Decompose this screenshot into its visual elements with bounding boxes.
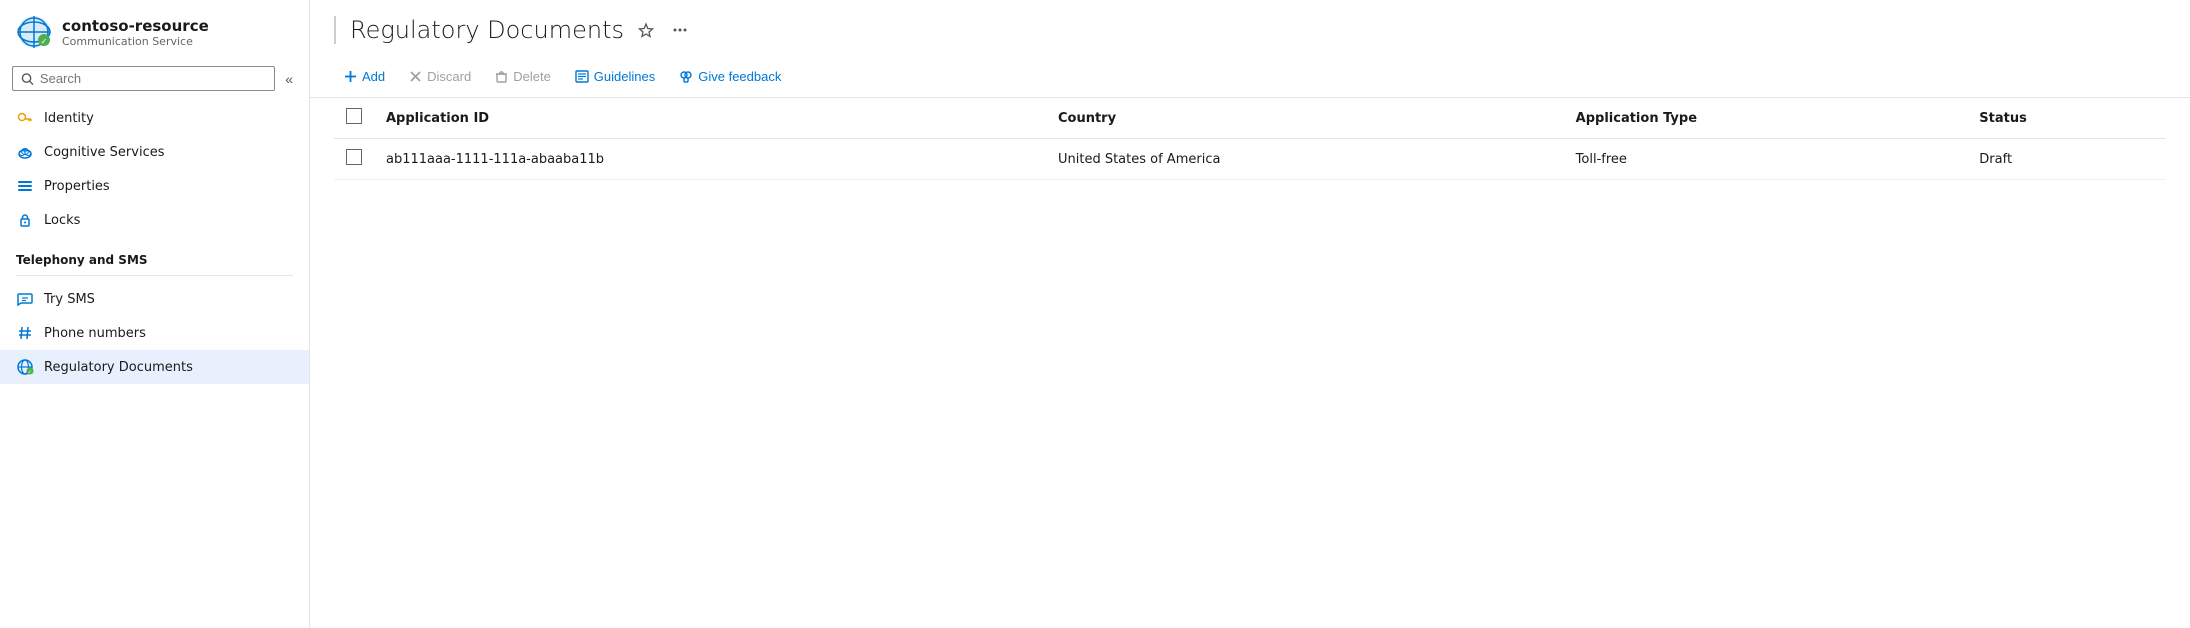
feedback-icon bbox=[679, 70, 693, 83]
cell-application-type: Toll-free bbox=[1564, 139, 1968, 180]
favorite-button[interactable] bbox=[634, 18, 658, 42]
table-header-row: Application ID Country Application Type … bbox=[334, 98, 2166, 139]
delete-label: Delete bbox=[513, 69, 551, 84]
search-input[interactable] bbox=[40, 71, 266, 86]
cloud-icon bbox=[16, 143, 34, 161]
chat-icon bbox=[16, 290, 34, 308]
nav-group-main: Identity Cognitive Services bbox=[0, 101, 309, 237]
sidebar-item-cognitive-services[interactable]: Cognitive Services bbox=[0, 135, 309, 169]
guidelines-label: Guidelines bbox=[594, 69, 655, 84]
collapse-button[interactable]: « bbox=[281, 69, 297, 89]
telephony-section-header: Telephony and SMS bbox=[0, 237, 309, 273]
col-country: Country bbox=[1046, 98, 1564, 139]
header-checkbox-col bbox=[334, 98, 374, 139]
cell-status: Draft bbox=[1967, 139, 2166, 180]
sidebar-item-try-sms[interactable]: Try SMS bbox=[0, 282, 309, 316]
sidebar-item-properties[interactable]: Properties bbox=[0, 169, 309, 203]
sidebar-header: ✓ contoso-resource Communication Service bbox=[0, 0, 309, 60]
header-checkbox[interactable] bbox=[346, 108, 362, 124]
search-box[interactable] bbox=[12, 66, 275, 91]
globe-check-icon: ✓ bbox=[16, 358, 34, 376]
discard-button[interactable]: Discard bbox=[399, 64, 481, 89]
more-options-button[interactable] bbox=[668, 18, 692, 42]
search-row: « bbox=[0, 60, 309, 101]
toolbar: Add Discard Delete bbox=[310, 56, 2190, 98]
discard-icon bbox=[409, 70, 422, 83]
ellipsis-icon bbox=[672, 22, 688, 38]
search-icon bbox=[21, 72, 34, 86]
add-label: Add bbox=[362, 69, 385, 84]
bars-icon bbox=[16, 177, 34, 195]
feedback-button[interactable]: Give feedback bbox=[669, 64, 791, 89]
delete-button[interactable]: Delete bbox=[485, 64, 561, 89]
main-content: Regulatory Documents Add bbox=[310, 0, 2190, 628]
sidebar-item-label: Properties bbox=[44, 179, 110, 194]
sidebar-item-label: Try SMS bbox=[44, 292, 95, 307]
data-table: Application ID Country Application Type … bbox=[310, 98, 2190, 628]
feedback-label: Give feedback bbox=[698, 69, 781, 84]
svg-text:✓: ✓ bbox=[41, 37, 48, 46]
sidebar-item-label: Identity bbox=[44, 111, 94, 126]
page-title: Regulatory Documents bbox=[350, 16, 624, 44]
sidebar-item-identity[interactable]: Identity bbox=[0, 101, 309, 135]
svg-text:✓: ✓ bbox=[28, 370, 32, 376]
add-icon bbox=[344, 70, 357, 83]
row-checkbox[interactable] bbox=[346, 149, 362, 165]
page-header: Regulatory Documents bbox=[310, 0, 2190, 56]
sidebar: ✓ contoso-resource Communication Service… bbox=[0, 0, 310, 628]
resource-name: contoso-resource bbox=[62, 17, 209, 35]
row-checkbox-cell bbox=[334, 139, 374, 180]
lock-icon bbox=[16, 211, 34, 229]
nav-group-telephony: Try SMS Phone numbers ✓ bbox=[0, 282, 309, 384]
sidebar-item-label: Phone numbers bbox=[44, 326, 146, 341]
nav-divider bbox=[16, 275, 293, 276]
star-icon bbox=[638, 22, 654, 38]
sidebar-item-phone-numbers[interactable]: Phone numbers bbox=[0, 316, 309, 350]
sidebar-item-regulatory-documents[interactable]: ✓ Regulatory Documents bbox=[0, 350, 309, 384]
resource-logo: ✓ bbox=[16, 14, 52, 50]
header-divider bbox=[334, 16, 336, 44]
col-application-id: Application ID bbox=[374, 98, 1046, 139]
cell-country: United States of America bbox=[1046, 139, 1564, 180]
col-application-type: Application Type bbox=[1564, 98, 1968, 139]
hash-icon bbox=[16, 324, 34, 342]
key-icon bbox=[16, 109, 34, 127]
add-button[interactable]: Add bbox=[334, 64, 395, 89]
sidebar-title-group: contoso-resource Communication Service bbox=[62, 17, 209, 48]
cell-application-id: ab111aaa-1111-111a-abaaba11b bbox=[374, 139, 1046, 180]
discard-label: Discard bbox=[427, 69, 471, 84]
guidelines-icon bbox=[575, 70, 589, 83]
guidelines-button[interactable]: Guidelines bbox=[565, 64, 665, 89]
regulatory-table: Application ID Country Application Type … bbox=[334, 98, 2166, 180]
col-status: Status bbox=[1967, 98, 2166, 139]
sidebar-item-label: Regulatory Documents bbox=[44, 360, 193, 375]
table-row[interactable]: ab111aaa-1111-111a-abaaba11b United Stat… bbox=[334, 139, 2166, 180]
resource-subtitle: Communication Service bbox=[62, 35, 209, 48]
delete-icon bbox=[495, 70, 508, 83]
sidebar-item-label: Locks bbox=[44, 213, 80, 228]
sidebar-item-label: Cognitive Services bbox=[44, 145, 165, 160]
sidebar-item-locks[interactable]: Locks bbox=[0, 203, 309, 237]
